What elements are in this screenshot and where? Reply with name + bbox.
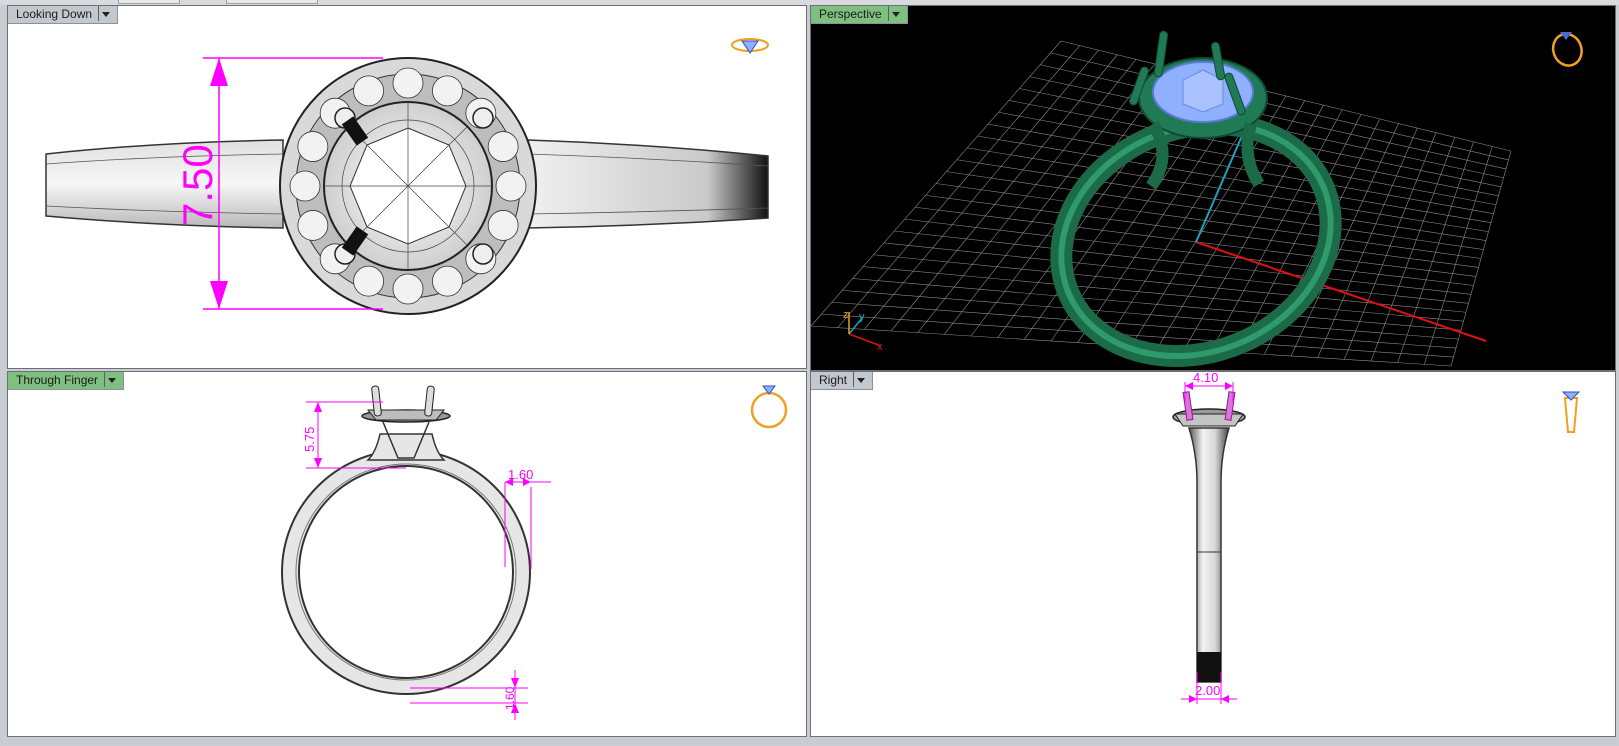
halo-stone [392,273,424,305]
halo-stone [487,210,519,241]
halo-stone [432,75,463,107]
dimension-label-2-00: 2.00 [1195,683,1220,698]
dimension-label-5-75: 5.75 [302,427,317,452]
dimension-label-4-10: 4.10 [1193,372,1218,385]
halo-stone [392,67,424,99]
band-right [527,139,769,229]
ring-inner [298,465,514,679]
dimension-label-1-60-bottom: 1.60 [503,686,517,710]
viewport-through-finger[interactable]: Through Finger 5.75 1.60 1.60 [7,371,807,737]
axis-x-label: x [877,341,883,353]
viewport-right[interactable]: Right 4.10 2.00 [810,371,1616,737]
viewport-label-perspective[interactable]: Perspective [811,6,908,24]
ring-top-view-icon[interactable] [731,38,769,54]
viewport-label-through-finger[interactable]: Through Finger [8,372,125,390]
halo-stone [495,170,527,202]
halo-stone [353,75,384,107]
chevron-down-icon[interactable] [104,372,117,387]
viewport-label-text: Looking Down [16,7,93,21]
dimension-label-1-60-side: 1.60 [508,467,533,482]
shank-side [1187,427,1231,683]
viewport-label-text: Right [819,373,848,387]
viewport-perspective[interactable]: Perspective y z x [810,5,1616,371]
halo-stone [297,210,329,241]
viewport-label-right[interactable]: Right [811,372,874,390]
dimension-label-7-50: 7.50 [174,144,221,226]
viewport-label-looking-down[interactable]: Looking Down [8,6,119,24]
halo-stone [297,131,329,162]
halo-stone [353,265,384,297]
chevron-down-icon[interactable] [853,372,866,387]
right-view-drawing: 4.10 2.00 [1172,372,1581,704]
viewport-label-text: Through Finger [16,373,99,387]
chevron-down-icon[interactable] [887,6,901,21]
axis-y-label: y [859,311,865,323]
tab-stub[interactable] [118,0,180,4]
axis-gizmo: y z x [843,309,883,353]
ring-front-view-icon[interactable] [750,385,788,429]
looking-down-drawing: 7.50 [45,38,769,315]
ring-perspective-icon[interactable] [1549,30,1586,70]
tab-stub[interactable] [226,0,318,4]
viewport-label-text: Perspective [819,7,882,21]
halo-stone [432,265,463,297]
ring-side-view-icon[interactable] [1561,391,1581,433]
axis-z-label: z [843,309,849,321]
halo-stone [487,131,519,162]
perspective-drawing: y z x [811,30,1586,368]
band-left [45,139,284,229]
viewport-looking-down[interactable]: Looking Down 7.50 [7,5,807,369]
chevron-down-icon[interactable] [98,6,111,21]
halo-stone [289,170,321,202]
through-finger-drawing: 5.75 1.60 1.60 [281,385,788,720]
